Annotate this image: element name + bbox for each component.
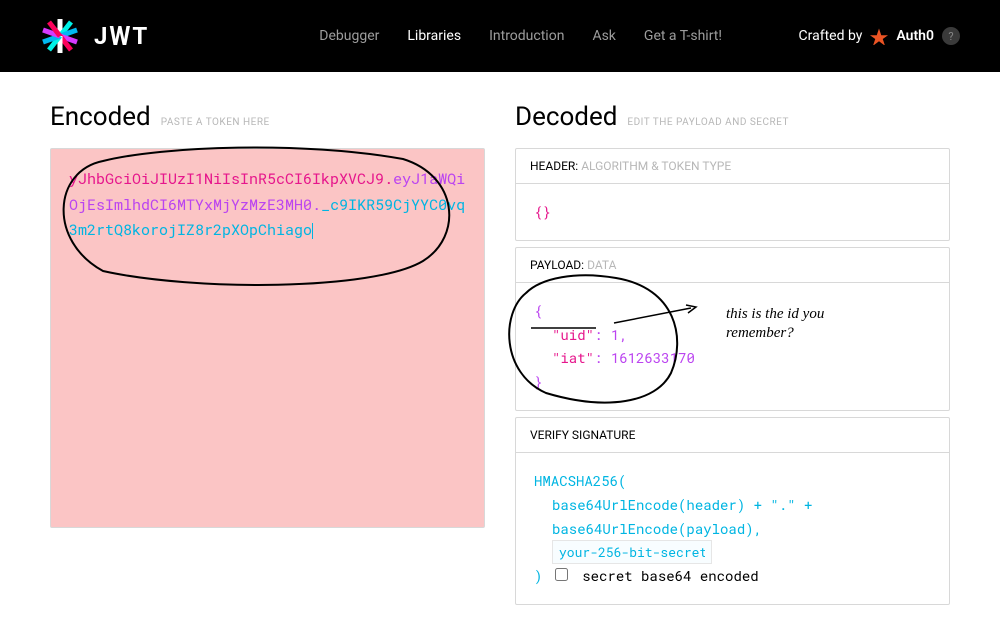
payload-panel-head: PAYLOAD: DATA <box>516 248 949 283</box>
token-header-seg: yJhbGciOiJIUzI1NiIsInR5cCI6IkpXVCJ9 <box>69 169 384 189</box>
base64-label: secret base64 encoded <box>582 566 758 585</box>
encoded-title-text: Encoded <box>50 102 151 132</box>
crafted-by: Crafted by Auth0 ? <box>799 27 960 45</box>
payload-uid-val: 1 <box>611 325 619 344</box>
header-panel-head: HEADER: ALGORITHM & TOKEN TYPE <box>516 149 949 184</box>
help-icon[interactable]: ? <box>942 27 960 45</box>
top-bar: JWT Debugger Libraries Introduction Ask … <box>0 0 1000 72</box>
logo-star-icon <box>40 16 80 56</box>
decoded-column: Decoded EDIT THE PAYLOAD AND SECRET HEAD… <box>515 102 950 611</box>
auth0-brand[interactable]: Auth0 <box>896 28 934 44</box>
payload-iat-val: 1612633170 <box>611 348 695 367</box>
verify-panel-label: VERIFY SIGNATURE <box>530 428 635 442</box>
payload-panel-label: PAYLOAD: <box>530 258 584 272</box>
header-panel: HEADER: ALGORITHM & TOKEN TYPE {} <box>515 148 950 241</box>
verify-panel: VERIFY SIGNATURE HMACSHA256( base64UrlEn… <box>515 417 950 605</box>
payload-iat-key: "iat" <box>552 348 594 367</box>
base64-checkbox[interactable] <box>555 568 568 581</box>
header-panel-body[interactable]: {} <box>516 184 949 240</box>
verify-line3: base64UrlEncode(payload), <box>534 517 931 541</box>
payload-uid-key: "uid" <box>552 325 594 344</box>
nav-tshirt[interactable]: Get a T-shirt! <box>644 28 722 44</box>
verify-line2: base64UrlEncode(header) + "." + <box>534 493 931 517</box>
verify-panel-head: VERIFY SIGNATURE <box>516 418 949 453</box>
main-content: Encoded PASTE A TOKEN HERE yJhbGciOiJIUz… <box>0 72 1000 641</box>
decoded-title-text: Decoded <box>515 102 617 132</box>
verify-close-paren: ) <box>534 566 551 585</box>
text-cursor <box>312 223 313 239</box>
decoded-title: Decoded EDIT THE PAYLOAD AND SECRET <box>515 102 950 132</box>
encoded-title: Encoded PASTE A TOKEN HERE <box>50 102 485 132</box>
payload-panel-body[interactable]: { "uid": 1, "iat": 1612633170 } this is … <box>516 283 949 410</box>
header-panel-sub: ALGORITHM & TOKEN TYPE <box>581 159 731 173</box>
main-nav: Debugger Libraries Introduction Ask Get … <box>319 28 722 44</box>
ink-circle-encoded <box>43 141 473 296</box>
annotation-line2: remember? <box>726 324 824 343</box>
annotation-line1: this is the id you <box>726 305 824 324</box>
nav-debugger[interactable]: Debugger <box>319 28 379 44</box>
nav-introduction[interactable]: Introduction <box>489 28 564 44</box>
payload-panel: PAYLOAD: DATA { "uid": 1, "iat": 1612633… <box>515 247 950 411</box>
handwritten-annotation: this is the id you remember? <box>726 305 824 343</box>
nav-libraries[interactable]: Libraries <box>407 28 461 44</box>
payload-close: } <box>534 370 931 394</box>
decoded-subtitle: EDIT THE PAYLOAD AND SECRET <box>627 117 789 128</box>
nav-ask[interactable]: Ask <box>592 28 615 44</box>
secret-input[interactable] <box>552 540 712 564</box>
logo[interactable]: JWT <box>40 16 149 56</box>
logo-text: JWT <box>94 22 149 50</box>
verify-panel-body: HMACSHA256( base64UrlEncode(header) + ".… <box>516 453 949 604</box>
verify-line1: HMACSHA256( <box>534 469 931 493</box>
header-panel-label: HEADER: <box>530 159 578 173</box>
header-json: {} <box>534 202 551 221</box>
crafted-label: Crafted by <box>799 28 863 44</box>
auth0-logo-icon[interactable] <box>870 27 888 45</box>
encoded-subtitle: PASTE A TOKEN HERE <box>161 117 270 128</box>
encoded-column: Encoded PASTE A TOKEN HERE yJhbGciOiJIUz… <box>50 102 485 611</box>
payload-panel-sub: DATA <box>587 258 616 272</box>
encoded-token-input[interactable]: yJhbGciOiJIUzI1NiIsInR5cCI6IkpXVCJ9.eyJ1… <box>50 148 485 528</box>
